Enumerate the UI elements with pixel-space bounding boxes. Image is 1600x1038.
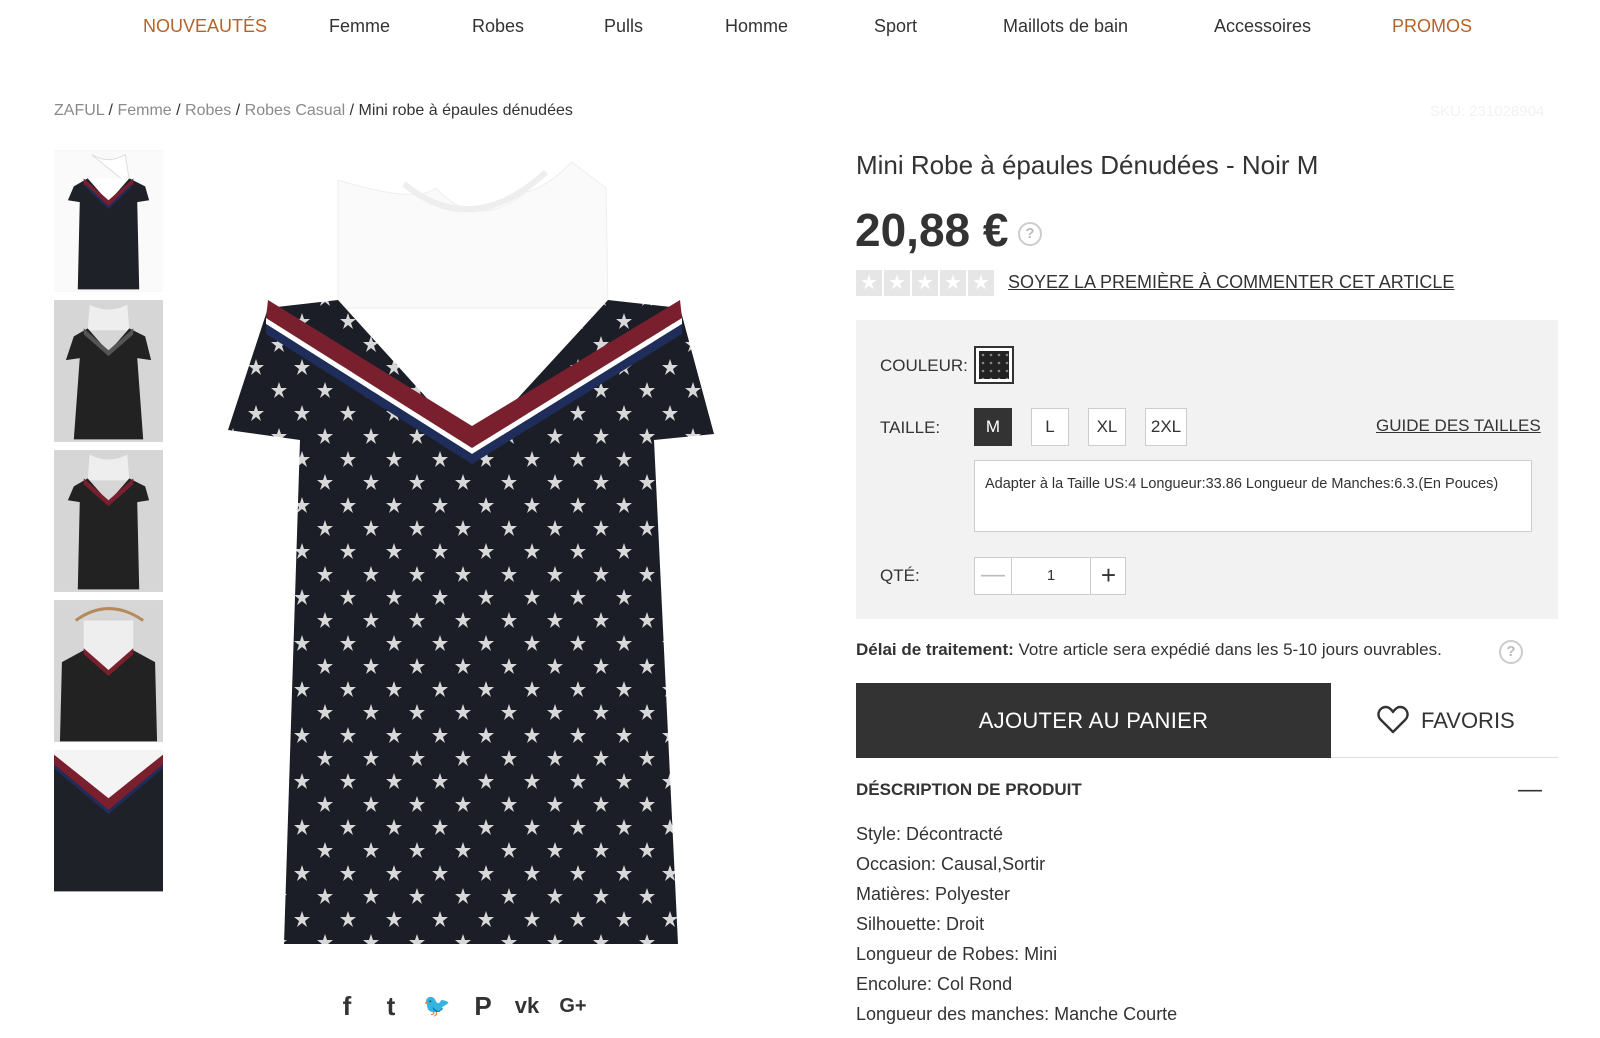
quantity-input[interactable]: 1 xyxy=(1012,558,1090,594)
collapse-icon[interactable]: — xyxy=(1518,776,1542,804)
write-review-link[interactable]: SOYEZ LA PREMIÈRE À COMMENTER CET ARTICL… xyxy=(1008,272,1454,293)
pinterest-icon[interactable]: P xyxy=(466,990,500,1022)
description-row: Matières: Polyester xyxy=(856,884,1011,904)
description-row: Silhouette: Droit xyxy=(856,914,985,934)
breadcrumb-current: Mini robe à épaules dénudées xyxy=(358,102,573,119)
breadcrumb-femme[interactable]: Femme xyxy=(117,102,171,119)
dress-thumbnail-image xyxy=(54,600,163,742)
quantity-increase-button[interactable]: + xyxy=(1090,558,1126,594)
thumb-model-side[interactable] xyxy=(54,450,163,592)
size-button-2xl[interactable]: 2XL xyxy=(1145,408,1187,446)
size-label: TAILLE: xyxy=(880,418,941,437)
dress-thumbnail-image xyxy=(54,750,163,892)
favorites-button[interactable]: FAVORIS xyxy=(1331,683,1558,758)
processing-text: Votre article sera expédié dans les 5-10… xyxy=(1013,640,1442,659)
thumb-front[interactable] xyxy=(54,150,163,292)
tumblr-icon[interactable]: t xyxy=(374,990,408,1022)
quantity-stepper: — 1 + xyxy=(974,557,1126,595)
nav-item-nouveautes[interactable]: NOUVEAUTÉS xyxy=(143,16,267,37)
heart-icon xyxy=(1377,705,1409,734)
nav-item-robes[interactable]: Robes xyxy=(472,16,524,37)
description-row: Longueur des manches: Manche Courte xyxy=(856,1004,1178,1024)
star-icon: ★ xyxy=(968,270,994,296)
star-icon: ★ xyxy=(856,270,882,296)
dress-thumbnail-image xyxy=(54,450,163,592)
nav-item-femme[interactable]: Femme xyxy=(329,16,390,37)
thumb-hanger[interactable] xyxy=(54,600,163,742)
size-button-m[interactable]: M xyxy=(974,408,1012,446)
breadcrumb: ZAFUL / Femme / Robes / Robes Casual / M… xyxy=(54,102,573,120)
twitter-icon[interactable]: 🐦 xyxy=(420,990,454,1022)
nav-item-maillots[interactable]: Maillots de bain xyxy=(1003,16,1128,37)
googleplus-icon[interactable]: G+ xyxy=(556,990,590,1022)
description-row: Encolure: Col Rond xyxy=(856,974,1013,994)
breadcrumb-separator: / xyxy=(235,102,241,119)
size-info-box: Adapter à la Taille US:4 Longueur:33.86 … xyxy=(974,460,1532,532)
nav-item-pulls[interactable]: Pulls xyxy=(604,16,643,37)
breadcrumb-robes[interactable]: Robes xyxy=(185,102,231,119)
description-header[interactable]: DÉSCRIPTION DE PRODUIT xyxy=(856,780,1558,800)
description-row: Style: Décontracté xyxy=(856,824,1004,844)
color-swatch-pattern xyxy=(979,351,1009,379)
product-title: Mini Robe à épaules Dénudées - Noir M xyxy=(856,150,1319,180)
processing-help-icon[interactable]: ? xyxy=(1499,640,1523,664)
color-label: COULEUR: xyxy=(880,356,968,375)
favorites-label: FAVORIS xyxy=(1421,708,1515,733)
dress-thumbnail-image xyxy=(54,150,163,292)
top-nav: NOUVEAUTÉS Femme Robes Pulls Homme Sport… xyxy=(0,0,1600,56)
add-to-cart-button[interactable]: AJOUTER AU PANIER xyxy=(856,683,1331,758)
size-button-xl[interactable]: XL xyxy=(1088,408,1126,446)
breadcrumb-separator: / xyxy=(108,102,113,119)
product-price: 20,88 € xyxy=(855,204,1009,256)
nav-item-accessoires[interactable]: Accessoires xyxy=(1214,16,1311,37)
star-icon: ★ xyxy=(884,270,910,296)
dress-image xyxy=(176,148,800,968)
main-product-image[interactable] xyxy=(176,148,800,968)
price-help-icon[interactable]: ? xyxy=(1018,222,1042,246)
breadcrumb-zaful[interactable]: ZAFUL xyxy=(54,102,104,119)
star-icon: ★ xyxy=(940,270,966,296)
breadcrumb-separator: / xyxy=(176,102,181,119)
color-swatch-black[interactable] xyxy=(974,346,1014,384)
size-guide-link[interactable]: GUIDE DES TAILLES xyxy=(1376,416,1541,436)
processing-label: Délai de traitement: xyxy=(856,640,1014,659)
nav-item-promos[interactable]: PROMOS xyxy=(1392,16,1472,37)
thumb-detail[interactable] xyxy=(54,750,163,892)
star-icon: ★ xyxy=(912,270,938,296)
quantity-label: QTÉ: xyxy=(880,566,920,585)
thumb-model-front[interactable] xyxy=(54,300,163,442)
vk-icon[interactable]: vk xyxy=(510,990,544,1022)
nav-item-homme[interactable]: Homme xyxy=(725,16,788,37)
product-options: COULEUR: TAILLE: M L XL 2XL GUIDE DES TA… xyxy=(856,320,1558,619)
description-row: Occasion: Causal,Sortir xyxy=(856,854,1046,874)
sku-label: SKU: 231028904 xyxy=(1430,103,1545,120)
nav-item-sport[interactable]: Sport xyxy=(874,16,917,37)
quantity-decrease-button[interactable]: — xyxy=(975,558,1012,594)
dress-thumbnail-image xyxy=(54,300,163,442)
breadcrumb-robes-casual[interactable]: Robes Casual xyxy=(245,102,346,119)
description-row: Longueur de Robes: Mini xyxy=(856,944,1058,964)
facebook-icon[interactable]: f xyxy=(330,990,364,1022)
processing-time: Délai de traitement: Votre article sera … xyxy=(856,640,1442,660)
breadcrumb-separator: / xyxy=(349,102,355,119)
size-button-l[interactable]: L xyxy=(1031,408,1069,446)
